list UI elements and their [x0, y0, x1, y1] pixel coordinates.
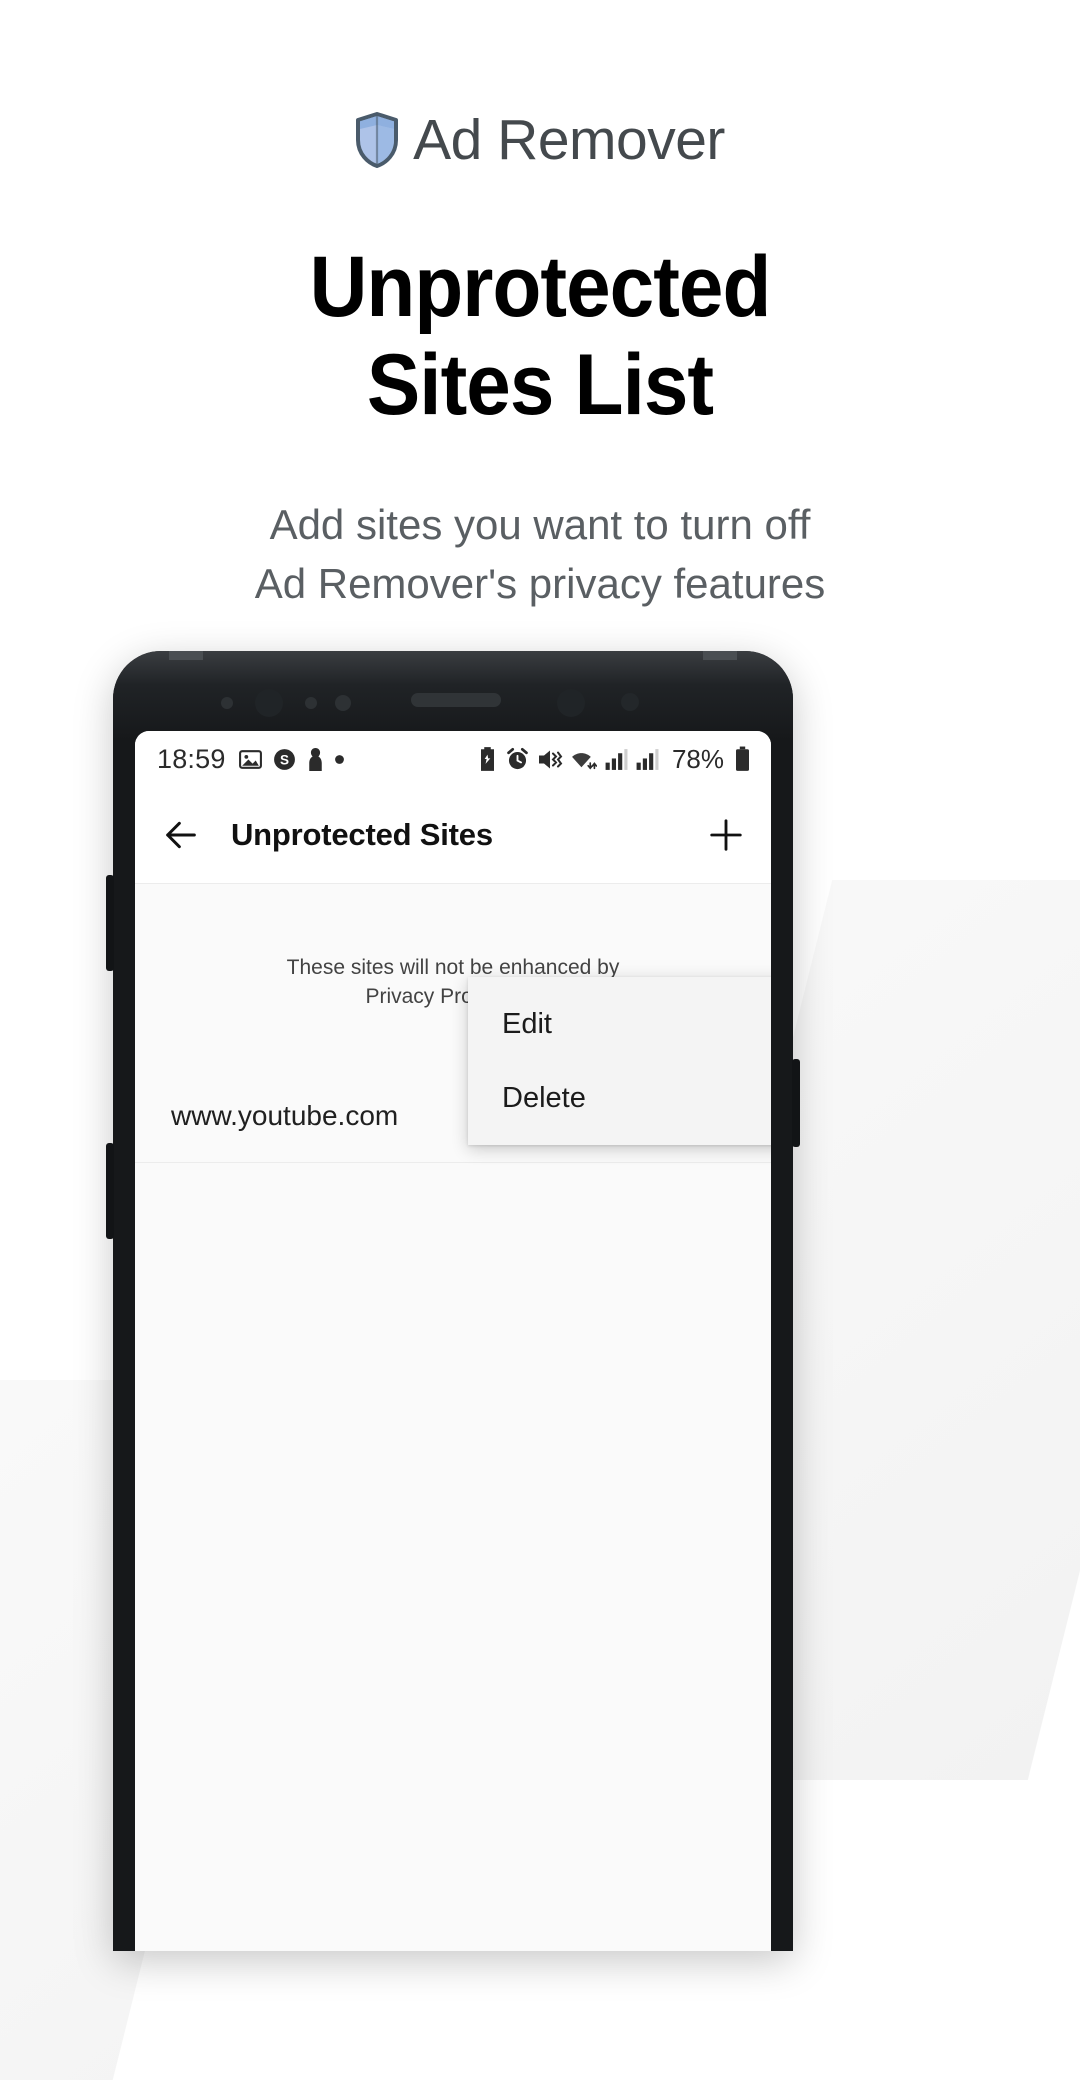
brand-name: Ad Remover: [413, 107, 725, 172]
earpiece-speaker: [411, 693, 501, 707]
sensor-icon: [621, 693, 639, 711]
app-bar-title: Unprotected Sites: [231, 817, 493, 852]
sensor-icon: [221, 697, 233, 709]
person-icon: [308, 747, 322, 771]
battery-percent-label: 78%: [671, 743, 724, 774]
signal-icon: [605, 748, 628, 770]
status-bar-notification-icons: S: [238, 747, 345, 772]
status-bar-system-icons: 78%: [477, 744, 751, 775]
status-bar-clock: 18:59: [157, 743, 226, 774]
assistant-button[interactable]: [106, 1143, 114, 1239]
screen-content: These sites will not be enhanced by Priv…: [135, 884, 771, 1951]
plus-icon[interactable]: [707, 816, 745, 854]
svg-text:S: S: [280, 752, 289, 767]
back-arrow-icon[interactable]: [161, 815, 201, 855]
phone-antenna-right: [703, 651, 737, 660]
page-title: Unprotected Sites List: [187, 238, 894, 434]
page-subtitle-line-2: Ad Remover's privacy features: [254, 559, 826, 607]
front-camera-icon: [255, 689, 283, 717]
signal-icon: [636, 748, 659, 770]
iris-scanner-icon: [557, 689, 585, 717]
wifi-icon: [572, 752, 597, 770]
s-badge-icon: S: [273, 748, 295, 770]
brand-lockup: Ad Remover: [0, 104, 1080, 176]
page-title-line-1: Unprotected: [309, 239, 772, 335]
promo-header: Ad Remover Unprotected Sites List Add si…: [0, 0, 1080, 614]
phone-screen: 18:59 S 78% Unprotected Sites These site…: [135, 731, 771, 1951]
menu-item-delete[interactable]: Delete: [468, 1061, 771, 1135]
phone-antenna-left: [169, 651, 203, 660]
alarm-icon: [507, 747, 528, 769]
status-bar: 18:59 S 78%: [135, 731, 771, 787]
sensor-icon: [305, 697, 317, 709]
app-bar: Unprotected Sites: [135, 787, 771, 884]
page-subtitle-line-1: Add sites you want to turn off: [269, 501, 811, 549]
sensor-icon: [335, 695, 351, 711]
vibrate-icon: [538, 750, 563, 768]
menu-item-edit[interactable]: Edit: [468, 987, 771, 1061]
page-title-line-2: Sites List: [366, 337, 714, 434]
phone-mockup: 18:59 S 78% Unprotected Sites These site…: [106, 651, 800, 1951]
volume-button[interactable]: [106, 875, 114, 971]
dot-icon: [334, 754, 344, 764]
battery-saver-icon: [480, 747, 494, 771]
shield-icon: [356, 112, 399, 168]
power-button[interactable]: [792, 1059, 800, 1147]
battery-icon: [736, 746, 749, 771]
page-subtitle: Add sites you want to turn off Ad Remove…: [150, 496, 930, 614]
context-menu: Edit Delete: [468, 977, 771, 1145]
image-icon: [238, 749, 262, 769]
